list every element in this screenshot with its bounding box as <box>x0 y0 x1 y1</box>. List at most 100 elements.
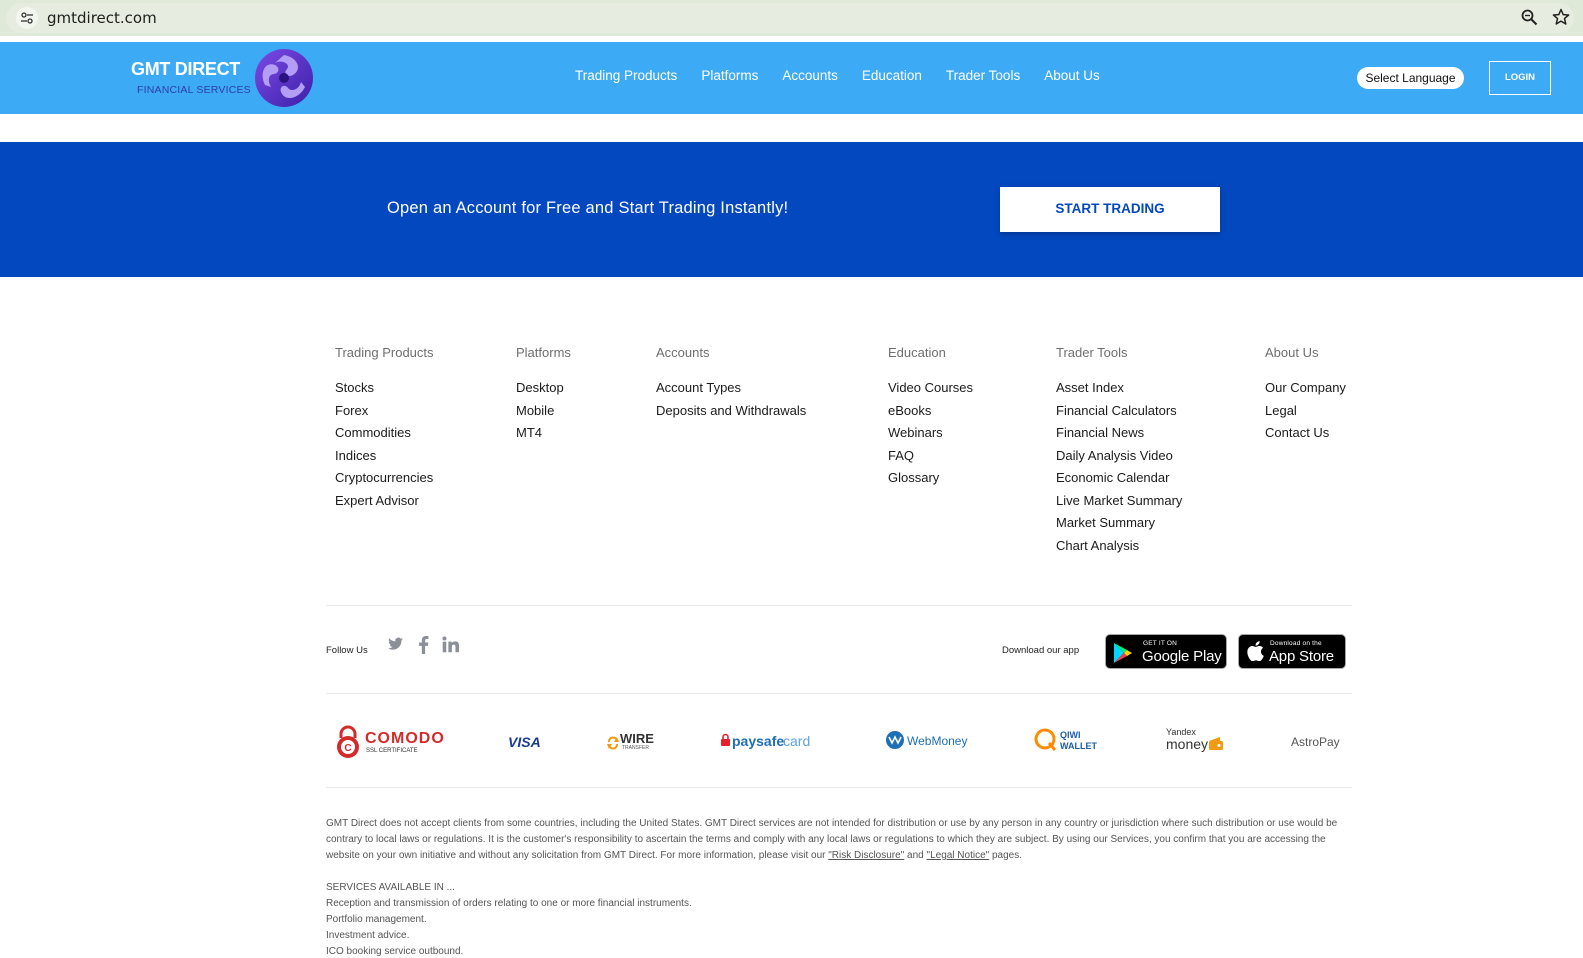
gmt-direct-logo[interactable]: GMT DIRECT FINANCIAL SERVICES <box>131 47 321 107</box>
astropay-text: AstroPay <box>1291 735 1340 749</box>
facebook-icon[interactable] <box>418 636 429 654</box>
qiwi-text: QIWI <box>1060 730 1081 740</box>
footer-column-trading-products: Trading Products Stocks Forex Commoditie… <box>335 345 434 512</box>
footer-link-stocks[interactable]: Stocks <box>335 377 434 400</box>
browser-address-bar: gmtdirect.com <box>0 0 1583 36</box>
footer-link-forex[interactable]: Forex <box>335 400 434 423</box>
nav-platforms[interactable]: Platforms <box>701 68 758 83</box>
footer-link-deposits-withdrawals[interactable]: Deposits and Withdrawals <box>656 400 806 423</box>
footer-column-title: Trading Products <box>335 345 434 360</box>
footer-link-market-summary[interactable]: Market Summary <box>1056 512 1182 535</box>
risk-disclosure-link[interactable]: "Risk Disclosure" <box>828 850 904 861</box>
yandex-money-logo: Yandex money <box>1166 725 1228 761</box>
visa-text: VISA <box>508 734 541 750</box>
footer-link-ebooks[interactable]: eBooks <box>888 400 973 423</box>
footer-link-mobile[interactable]: Mobile <box>516 400 571 423</box>
footer-link-desktop[interactable]: Desktop <box>516 377 571 400</box>
footer-link-commodities[interactable]: Commodities <box>335 422 434 445</box>
footer-link-faq[interactable]: FAQ <box>888 445 973 468</box>
apple-icon <box>1247 641 1264 661</box>
main-nav: Trading Products Platforms Accounts Educ… <box>575 68 1124 83</box>
url-text[interactable]: gmtdirect.com <box>47 9 157 27</box>
footer-link-financial-news[interactable]: Financial News <box>1056 422 1182 445</box>
site-header: GMT DIRECT FINANCIAL SERVICES Trading Pr… <box>0 42 1583 114</box>
app-store-badge[interactable]: Download on the App Store <box>1238 634 1346 669</box>
footer-link-indices[interactable]: Indices <box>335 445 434 468</box>
logo-subtitle: FINANCIAL SERVICES <box>137 84 251 96</box>
nav-trading-products[interactable]: Trading Products <box>575 68 677 83</box>
legal-notice-link[interactable]: "Legal Notice" <box>927 850 990 861</box>
nav-trader-tools[interactable]: Trader Tools <box>946 68 1020 83</box>
comodo-text: COMODO <box>365 730 445 747</box>
nav-about-us[interactable]: About Us <box>1044 68 1100 83</box>
qiwi-wallet-text: WALLET <box>1060 741 1097 751</box>
disclaimer-pages: pages. <box>989 850 1023 861</box>
footer-link-glossary[interactable]: Glossary <box>888 467 973 490</box>
wire-text: WIRE <box>620 731 654 746</box>
yandex-money-text: money <box>1166 736 1209 752</box>
footer-link-chart-analysis[interactable]: Chart Analysis <box>1056 535 1182 558</box>
footer-column-accounts: Accounts Account Types Deposits and With… <box>656 345 806 422</box>
login-button[interactable]: LOGIN <box>1489 61 1551 95</box>
footer-link-video-courses[interactable]: Video Courses <box>888 377 973 400</box>
paysafe-text: paysafe <box>732 733 785 749</box>
footer-link-mt4[interactable]: MT4 <box>516 422 571 445</box>
footer-links: Trading Products Stocks Forex Commoditie… <box>0 345 1583 565</box>
comodo-lock-icon: C <box>337 725 359 758</box>
footer-column-title: About Us <box>1265 345 1319 360</box>
paysafecard-logo: paysafe card <box>721 725 821 761</box>
footer-link-webinars[interactable]: Webinars <box>888 422 973 445</box>
download-app-label: Download our app <box>1002 645 1080 656</box>
legal-disclaimer: GMT Direct does not accept clients from … <box>326 816 1352 864</box>
footer-column-title: Trader Tools <box>1056 345 1128 360</box>
nav-accounts[interactable]: Accounts <box>782 68 838 83</box>
services-item: Portfolio management. <box>326 914 427 925</box>
footer-link-asset-index[interactable]: Asset Index <box>1056 377 1182 400</box>
divider <box>326 693 1352 694</box>
nav-education[interactable]: Education <box>862 68 922 83</box>
footer-column-about-us: About Us Our Company Legal Contact Us <box>1265 345 1346 445</box>
footer-column-title: Education <box>888 345 946 360</box>
svg-text:C: C <box>344 743 351 754</box>
select-language-button[interactable]: Select Language <box>1357 67 1464 89</box>
footer-link-live-market-summary[interactable]: Live Market Summary <box>1056 490 1182 513</box>
visa-logo: VISA <box>508 725 548 761</box>
google-play-small-text: GET IT ON <box>1143 640 1178 647</box>
services-item: Investment advice. <box>326 930 410 941</box>
services-item: ICO booking service outbound. <box>326 946 464 957</box>
footer-link-expert-advisor[interactable]: Expert Advisor <box>335 490 434 513</box>
footer-link-legal[interactable]: Legal <box>1265 400 1346 423</box>
footer-link-our-company[interactable]: Our Company <box>1265 377 1346 400</box>
twitter-icon[interactable] <box>387 636 404 652</box>
cta-banner: Open an Account for Free and Start Tradi… <box>0 142 1583 277</box>
footer-link-daily-analysis-video[interactable]: Daily Analysis Video <box>1056 445 1182 468</box>
footer-link-account-types[interactable]: Account Types <box>656 377 806 400</box>
qiwi-wallet-logo: QIWI WALLET <box>1034 725 1104 761</box>
app-store-small-text: Download on the <box>1270 640 1322 647</box>
services-heading: SERVICES AVAILABLE IN ... <box>326 882 455 893</box>
disclaimer-and: and <box>904 850 927 861</box>
footer-link-financial-calculators[interactable]: Financial Calculators <box>1056 400 1182 423</box>
footer-column-education: Education Video Courses eBooks Webinars … <box>888 345 973 490</box>
start-trading-button[interactable]: START TRADING <box>1000 187 1220 232</box>
footer-link-contact-us[interactable]: Contact Us <box>1265 422 1346 445</box>
wire-arrows-icon <box>607 736 619 750</box>
astropay-logo: AstroPay <box>1291 725 1346 761</box>
services-item: Reception and transmission of orders rel… <box>326 898 692 909</box>
zoom-icon[interactable] <box>1521 9 1538 26</box>
google-play-badge[interactable]: GET IT ON Google Play <box>1105 634 1227 669</box>
footer-link-cryptocurrencies[interactable]: Cryptocurrencies <box>335 467 434 490</box>
google-play-icon <box>1114 643 1132 663</box>
site-info-icon[interactable] <box>16 7 38 29</box>
wire-sub-text: TRANSFER <box>622 745 649 751</box>
linkedin-icon[interactable] <box>442 636 459 653</box>
webmoney-text: WebMoney <box>907 734 968 748</box>
banner-text: Open an Account for Free and Start Tradi… <box>387 199 789 217</box>
footer-link-economic-calendar[interactable]: Economic Calendar <box>1056 467 1182 490</box>
comodo-ssl-logo: C COMODO SSL CERTIFICATE <box>334 725 446 761</box>
google-play-big-text: Google Play <box>1142 648 1222 665</box>
qiwi-icon <box>1034 728 1057 751</box>
webmoney-globe-icon <box>886 731 904 749</box>
url-bar[interactable]: gmtdirect.com <box>6 3 1574 33</box>
bookmark-star-icon[interactable] <box>1552 8 1570 26</box>
